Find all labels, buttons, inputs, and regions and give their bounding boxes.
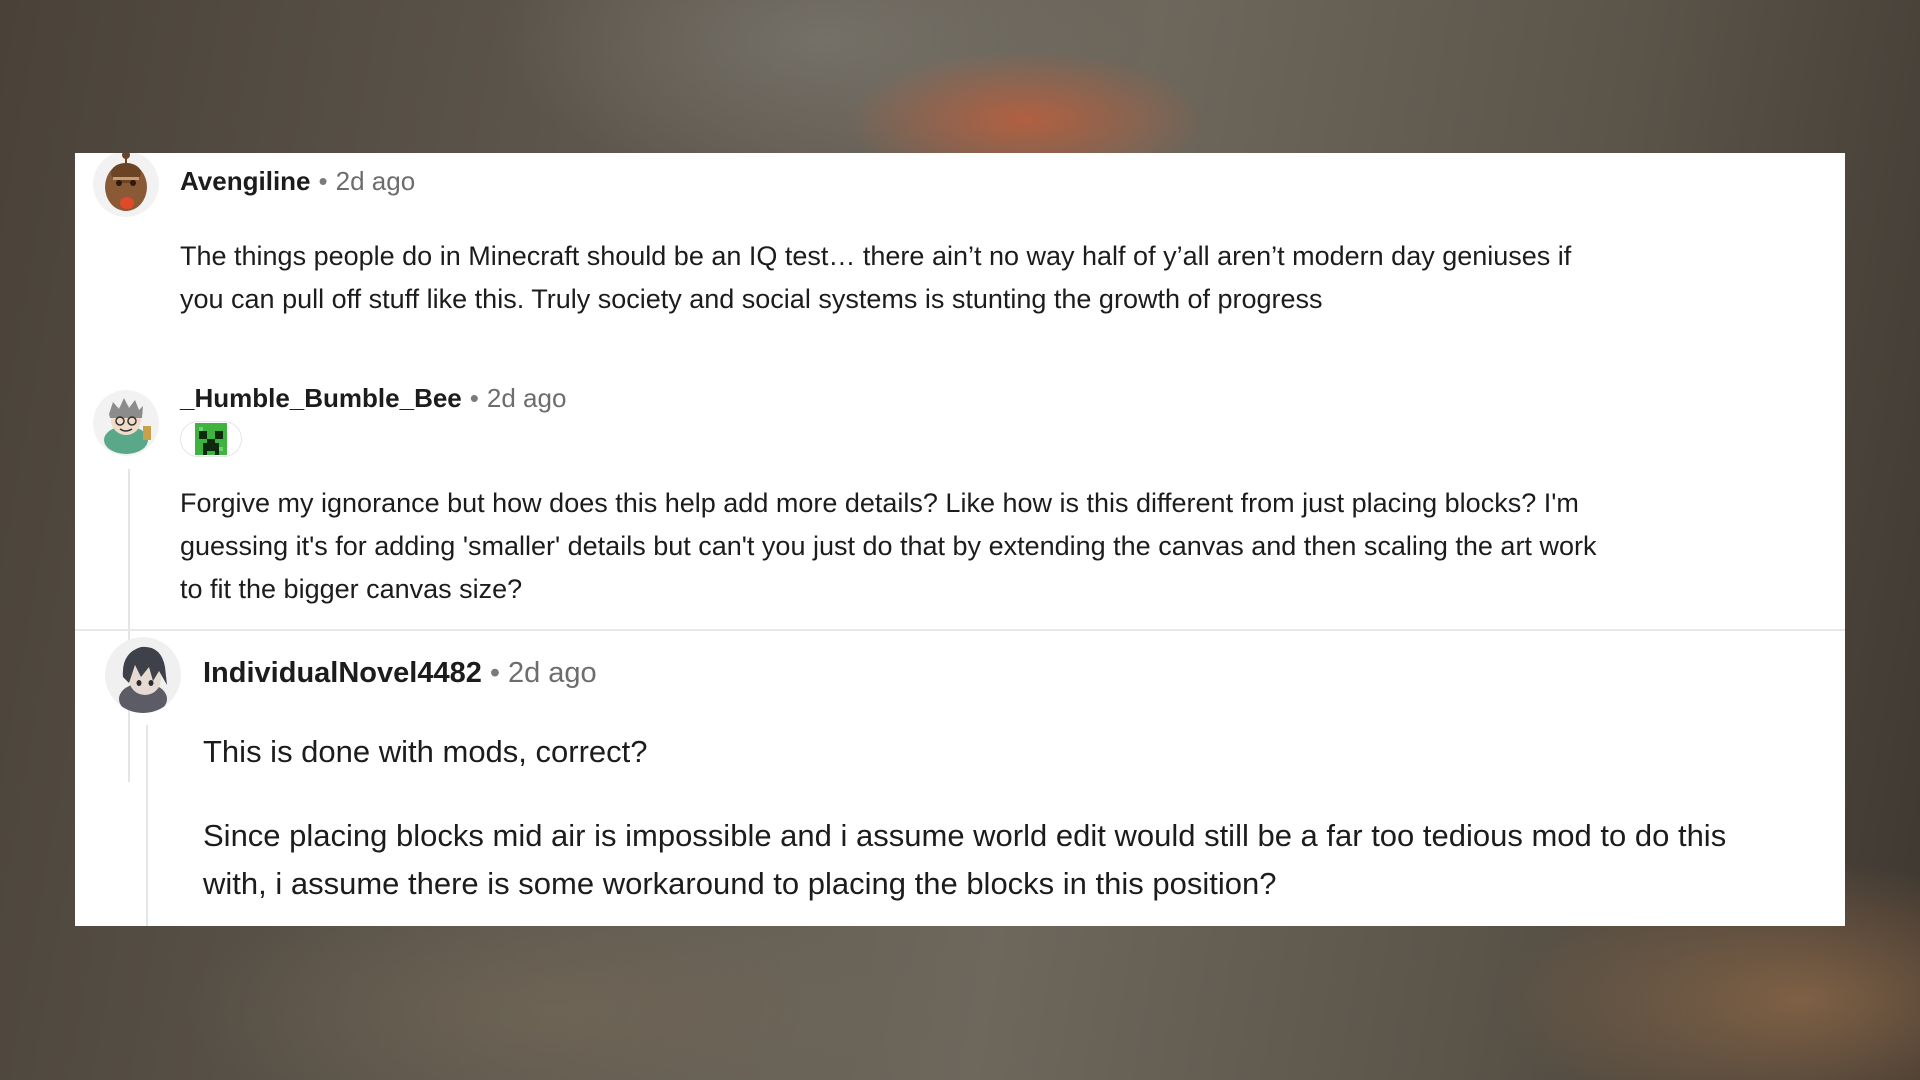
snoo-avatar-icon <box>105 637 181 713</box>
avatar[interactable] <box>105 637 181 713</box>
thread-line[interactable] <box>128 469 130 782</box>
username[interactable]: IndividualNovel4482 <box>203 657 482 690</box>
snoo-avatar-icon <box>93 153 159 217</box>
avatar[interactable] <box>93 390 159 456</box>
snoo-avatar-icon <box>93 390 159 456</box>
user-flair <box>180 421 242 457</box>
comment-meta: _Humble_Bumble_Bee • 2d ago <box>180 383 566 413</box>
timestamp[interactable]: 2d ago <box>336 166 416 197</box>
comment-paragraph: Since placing blocks mid air is impossib… <box>203 818 1727 901</box>
comment-body: The things people do in Minecraft should… <box>180 241 1572 314</box>
separator-dot: • <box>489 656 500 689</box>
thread-line[interactable] <box>146 725 148 926</box>
username[interactable]: Avengiline <box>180 166 311 197</box>
comment-paragraph: This is done with mods, correct? <box>203 734 648 769</box>
comment-body: Forgive my ignorance but how does this h… <box>180 488 1597 604</box>
comment-thread-panel: Avengiline • 2d ago The things people do… <box>75 153 1845 926</box>
comment-body: This is done with mods, correct? Since p… <box>203 728 1748 908</box>
separator-dot: • <box>318 165 328 196</box>
comment-meta: IndividualNovel4482 • 2d ago <box>203 656 597 690</box>
creeper-face-icon <box>195 423 227 455</box>
username[interactable]: _Humble_Bumble_Bee <box>180 383 462 414</box>
separator-dot: • <box>469 382 479 413</box>
avatar[interactable] <box>93 153 159 217</box>
divider <box>75 629 1845 631</box>
comment-meta: Avengiline • 2d ago <box>180 166 415 196</box>
timestamp[interactable]: 2d ago <box>487 383 567 414</box>
timestamp[interactable]: 2d ago <box>508 657 597 690</box>
